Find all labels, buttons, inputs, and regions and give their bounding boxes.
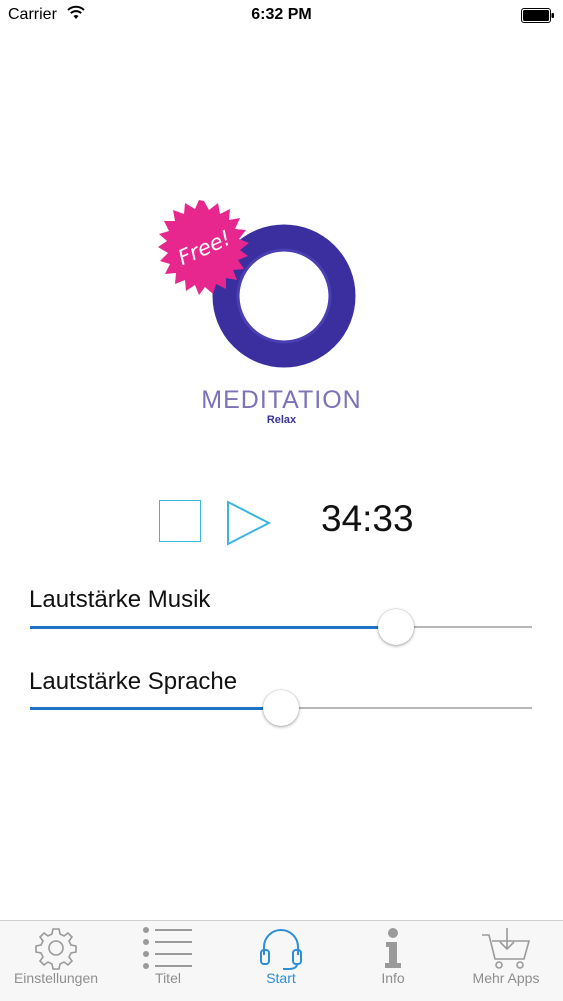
gear-icon xyxy=(35,928,77,970)
tab-info[interactable]: Info xyxy=(337,921,449,1001)
clock: 6:32 PM xyxy=(251,6,312,23)
headphones-icon xyxy=(260,929,302,970)
play-button[interactable] xyxy=(226,500,272,546)
tab-label: Start xyxy=(266,970,296,986)
info-icon xyxy=(385,928,401,968)
logo-subtitle: Relax xyxy=(266,414,297,426)
status-bar: Carrier 6:32 PM xyxy=(0,0,563,30)
tab-bar: Einstellungen Titel Start Info Mehr Apps xyxy=(0,920,563,1001)
slider-fill xyxy=(30,626,397,629)
tab-mehr-apps[interactable]: Mehr Apps xyxy=(450,921,562,1001)
tab-label: Mehr Apps xyxy=(472,970,540,986)
stop-button[interactable] xyxy=(159,500,201,542)
tab-titel[interactable]: Titel xyxy=(112,921,224,1001)
slider-fill xyxy=(30,707,281,710)
tab-label: Titel xyxy=(155,970,181,986)
tab-start[interactable]: Start xyxy=(225,921,337,1001)
logo-title: MEDITATION xyxy=(201,386,362,414)
tab-einstellungen[interactable]: Einstellungen xyxy=(0,921,112,1001)
slider-thumb[interactable] xyxy=(378,609,415,645)
playback-time: 34:33 xyxy=(321,498,414,539)
tab-label: Info xyxy=(381,970,405,986)
list-icon xyxy=(143,927,192,969)
cart-icon xyxy=(482,928,531,969)
voice-volume-slider[interactable] xyxy=(30,688,532,728)
music-volume-slider[interactable] xyxy=(30,607,532,647)
battery-icon xyxy=(521,8,554,23)
slider-thumb[interactable] xyxy=(263,690,299,726)
tab-label: Einstellungen xyxy=(13,970,99,986)
